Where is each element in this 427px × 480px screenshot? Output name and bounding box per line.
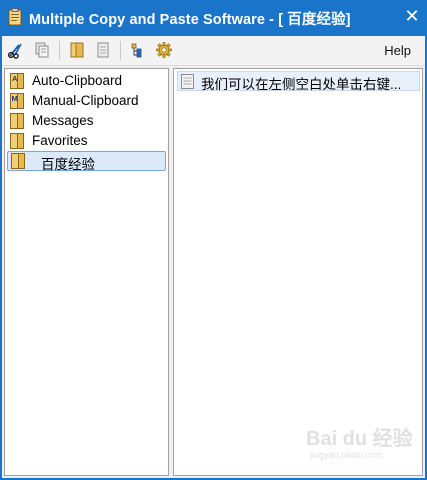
toolbar-separator xyxy=(59,41,60,60)
close-icon: ✕ xyxy=(404,6,420,27)
list-item[interactable]: 我们可以在左侧空白处单击右键... xyxy=(177,71,420,92)
document-button[interactable] xyxy=(93,40,113,60)
document-icon xyxy=(181,74,194,89)
tree-button[interactable] xyxy=(127,40,147,60)
clipboard-a-icon: A xyxy=(10,73,24,89)
clip-list[interactable]: 我们可以在左侧空白处单击右键... xyxy=(173,68,423,476)
main-content: A Auto-Clipboard M Manual-Clipboard Mess… xyxy=(2,66,425,478)
title-bar[interactable]: Multiple Copy and Paste Software - [ 百度经… xyxy=(0,0,427,36)
toolbar-separator xyxy=(120,41,121,60)
tree-item-baidu-jingyan[interactable]: 百度经验 xyxy=(7,151,166,172)
watermark: Bai du 经验 jingyan.baidu.com xyxy=(306,420,416,470)
tree-item-label: 百度经验 xyxy=(41,157,95,172)
tree-item-label: Manual-Clipboard xyxy=(32,93,139,108)
tree-item-manual-clipboard[interactable]: M Manual-Clipboard xyxy=(7,91,166,111)
settings-button[interactable] xyxy=(154,40,174,60)
app-clipboard-icon xyxy=(8,8,22,26)
copy-button[interactable] xyxy=(32,40,52,60)
folder-button[interactable] xyxy=(67,40,87,60)
tree-item-label: Favorites xyxy=(32,133,88,148)
list-item-label: 我们可以在左侧空白处单击右键... xyxy=(201,77,402,92)
watermark-text: Bai du 经验 xyxy=(306,428,413,450)
help-menu[interactable]: Help xyxy=(384,43,411,58)
tree-item-auto-clipboard[interactable]: A Auto-Clipboard xyxy=(7,71,166,91)
tree-badge-m: M xyxy=(12,94,18,103)
tree-item-favorites[interactable]: Favorites xyxy=(7,131,166,151)
tree-icon xyxy=(131,43,142,58)
document-icon xyxy=(97,42,109,58)
toolbar: Help xyxy=(2,36,425,66)
folder-icon xyxy=(70,42,84,58)
tree-item-label: Auto-Clipboard xyxy=(32,73,123,88)
window-title: Multiple Copy and Paste Software - [ 百度经… xyxy=(29,12,351,28)
category-tree[interactable]: A Auto-Clipboard M Manual-Clipboard Mess… xyxy=(4,68,169,476)
cut-icon xyxy=(7,43,22,59)
tree-badge-a: A xyxy=(12,74,18,83)
app-window: Multiple Copy and Paste Software - [ 百度经… xyxy=(0,0,427,480)
clipboard-m-icon: M xyxy=(10,93,24,109)
watermark-subtext: jingyan.baidu.com xyxy=(310,450,383,460)
folder-icon xyxy=(10,113,24,129)
close-button[interactable]: ✕ xyxy=(399,4,425,30)
folder-icon xyxy=(11,153,25,169)
tree-item-label: Messages xyxy=(32,113,94,128)
cut-button[interactable] xyxy=(6,40,26,60)
tree-item-messages[interactable]: Messages xyxy=(7,111,166,131)
folder-icon xyxy=(10,133,24,149)
gear-icon xyxy=(156,42,172,58)
copy-icon xyxy=(35,42,49,58)
